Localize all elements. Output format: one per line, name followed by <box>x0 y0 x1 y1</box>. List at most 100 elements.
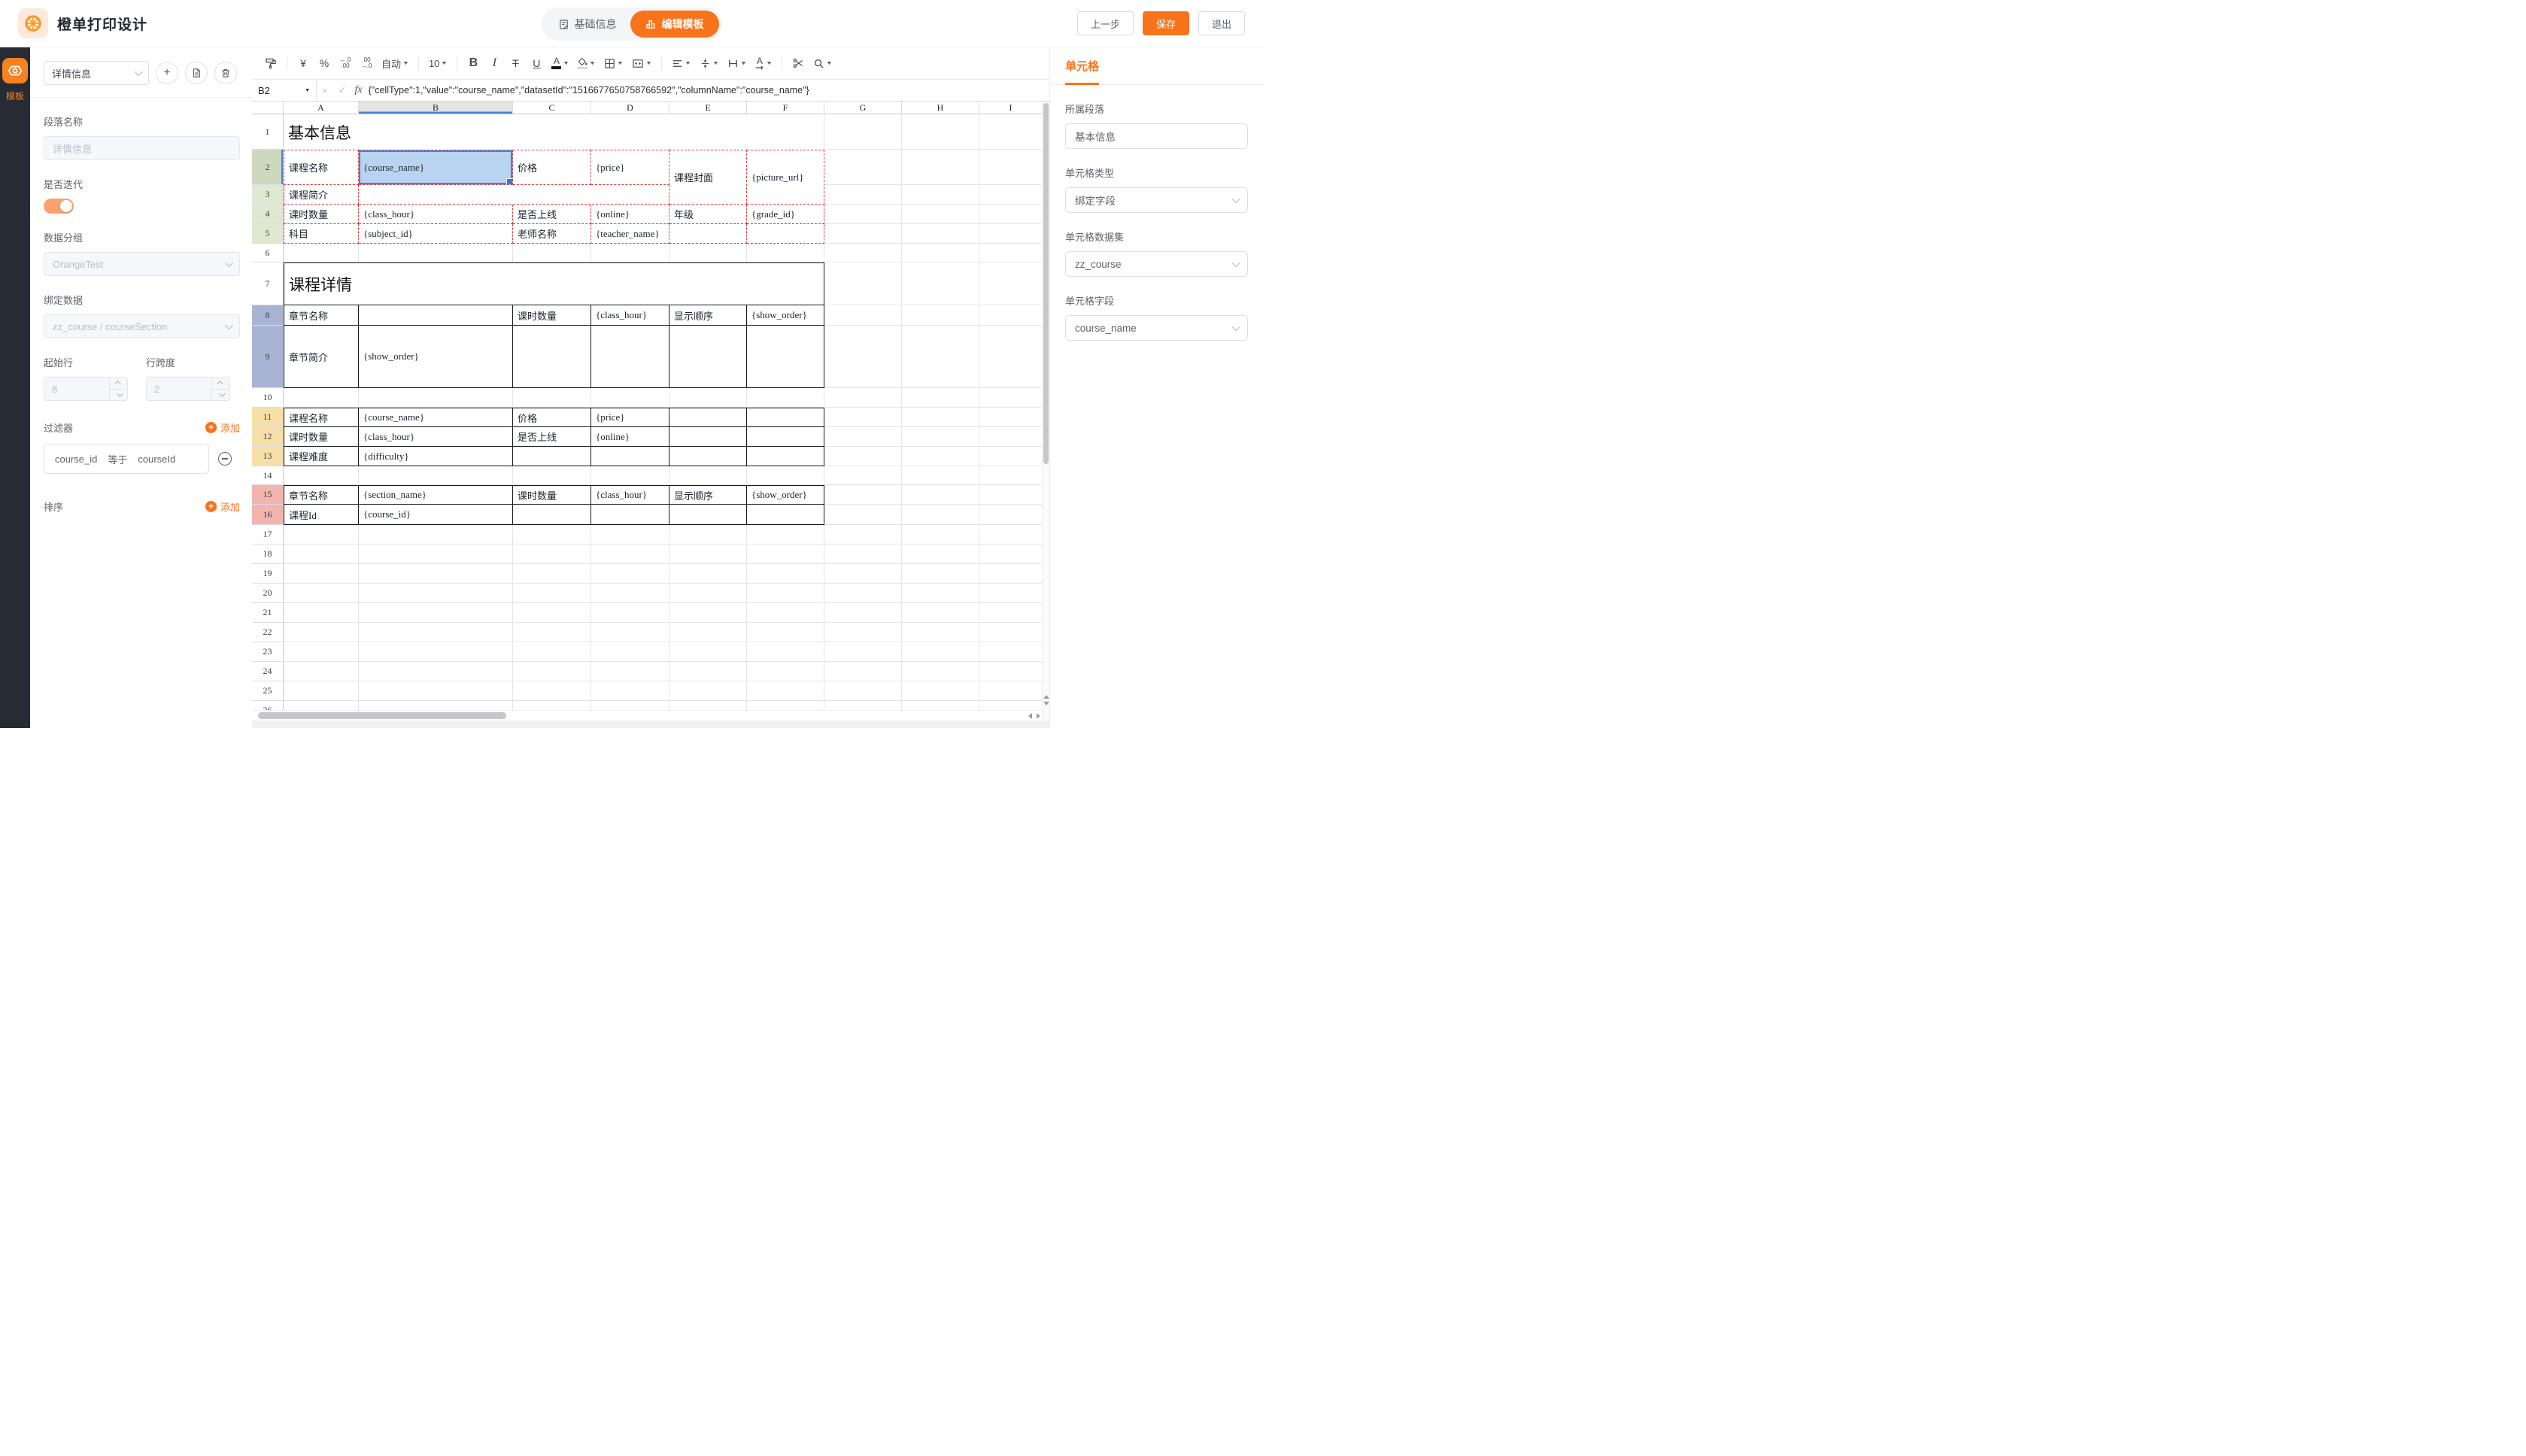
grid-cell[interactable] <box>284 623 359 642</box>
cell-dataset-select[interactable]: zz_course <box>1065 251 1248 277</box>
number-format-select[interactable]: 自动▼ <box>378 53 412 74</box>
row-header-22[interactable]: 22 <box>252 623 284 642</box>
grid-cell[interactable] <box>591 244 669 262</box>
grid-cell[interactable] <box>824 224 902 244</box>
row-header-20[interactable]: 20 <box>252 584 284 603</box>
row-header-25[interactable]: 25 <box>252 681 284 701</box>
row-header-9[interactable]: 9 <box>252 326 284 388</box>
row-header-16[interactable]: 16 <box>252 505 284 525</box>
grid-cell[interactable] <box>902 525 979 544</box>
grid-cell[interactable] <box>747 505 824 525</box>
grid-cell[interactable] <box>359 603 513 623</box>
column-header-H[interactable]: H <box>902 102 979 114</box>
exit-button[interactable]: 退出 <box>1198 11 1245 35</box>
grid-cell[interactable] <box>902 408 979 427</box>
grid-cell[interactable] <box>747 466 824 485</box>
row-header-17[interactable]: 17 <box>252 525 284 544</box>
row-header-13[interactable]: 13 <box>252 447 284 466</box>
grid-cell[interactable] <box>902 305 979 326</box>
grid-cell[interactable] <box>284 244 359 262</box>
text-wrap-button[interactable]: ▼ <box>724 53 750 74</box>
grid-cell[interactable]: 课程简介 <box>284 185 359 205</box>
strikethrough-button[interactable]: T <box>506 53 525 74</box>
grid-cell[interactable] <box>359 305 513 326</box>
remove-filter-icon[interactable] <box>218 452 232 466</box>
grid-cell[interactable]: {picture_url} <box>747 150 824 205</box>
grid-cell[interactable] <box>513 525 591 544</box>
iterate-toggle[interactable] <box>44 199 74 214</box>
grid-cell[interactable] <box>824 114 902 150</box>
grid-cell[interactable] <box>824 466 902 485</box>
grid-cell[interactable] <box>979 642 1043 662</box>
grid-cell[interactable] <box>824 408 902 427</box>
bold-button[interactable]: B <box>463 53 483 74</box>
grid-cell[interactable]: 课程封面 <box>669 150 747 205</box>
grid-cell[interactable] <box>284 466 359 485</box>
text-rotate-button[interactable]: A ▼ <box>751 53 776 74</box>
grid-cell[interactable] <box>669 584 747 603</box>
step-down-icon[interactable] <box>110 389 127 401</box>
add-sort-button[interactable]: + 添加 <box>205 499 240 514</box>
grid-cell[interactable] <box>591 642 669 662</box>
row-header-15[interactable]: 15 <box>252 485 284 505</box>
grid-cell[interactable] <box>902 603 979 623</box>
add-filter-button[interactable]: + 添加 <box>205 420 240 435</box>
grid-cell[interactable] <box>824 603 902 623</box>
grid-cell[interactable] <box>747 681 824 701</box>
grid-cell[interactable] <box>824 505 902 525</box>
selected-cell[interactable]: {course_name} <box>359 150 513 185</box>
grid-cell[interactable]: {show_order} <box>359 326 513 388</box>
grid-cell[interactable] <box>902 244 979 262</box>
grid-cell[interactable] <box>747 525 824 544</box>
grid-cell[interactable]: 课程Id <box>284 505 359 525</box>
row-header-24[interactable]: 24 <box>252 662 284 681</box>
row-header-14[interactable]: 14 <box>252 466 284 485</box>
grid-cell[interactable]: {difficulty} <box>359 447 513 466</box>
grid-cell[interactable]: 价格 <box>513 408 591 427</box>
cell-field-select[interactable]: course_name <box>1065 315 1248 341</box>
grid-cell[interactable] <box>979 244 1043 262</box>
grid-cell[interactable] <box>979 525 1043 544</box>
step-down-icon[interactable] <box>212 389 229 401</box>
column-header-F[interactable]: F <box>747 102 824 114</box>
grid-cell[interactable] <box>824 642 902 662</box>
grid-cell[interactable]: {class_hour} <box>359 205 513 224</box>
grid-cell[interactable] <box>979 326 1043 388</box>
grid-cell[interactable] <box>902 642 979 662</box>
cell-type-select[interactable]: 绑定字段 <box>1065 187 1248 213</box>
grid-cell[interactable] <box>824 185 902 205</box>
grid-cell[interactable] <box>902 388 979 408</box>
grid-cell[interactable]: {online} <box>591 427 669 447</box>
grid-cell[interactable] <box>284 564 359 584</box>
grid-cell[interactable] <box>979 564 1043 584</box>
grid-cell[interactable]: 章节名称 <box>284 305 359 326</box>
grid-cell[interactable] <box>359 564 513 584</box>
grid-cell[interactable] <box>902 224 979 244</box>
grid-cell[interactable] <box>979 150 1043 185</box>
grid-cell[interactable] <box>902 447 979 466</box>
grid-cell[interactable] <box>359 525 513 544</box>
grid-cell[interactable] <box>747 603 824 623</box>
grid-cell[interactable] <box>669 427 747 447</box>
grid-cell[interactable]: {subject_id} <box>359 224 513 244</box>
grid-cell[interactable] <box>979 662 1043 681</box>
tab-edit-template[interactable]: 编辑模板 <box>630 11 719 38</box>
delete-section-button[interactable] <box>214 62 237 84</box>
grid-cell[interactable]: 是否上线 <box>513 427 591 447</box>
grid-cell[interactable]: {class_hour} <box>591 305 669 326</box>
grid-cell[interactable] <box>359 466 513 485</box>
grid-cell[interactable] <box>513 466 591 485</box>
cancel-formula-icon[interactable]: × <box>322 85 328 96</box>
grid-cell[interactable] <box>284 388 359 408</box>
grid-cell[interactable] <box>591 681 669 701</box>
grid-cell[interactable] <box>902 205 979 224</box>
grid-cell[interactable] <box>902 681 979 701</box>
row-header-1[interactable]: 1 <box>252 114 284 150</box>
section-select[interactable]: 详情信息 <box>44 61 149 85</box>
grid-cell[interactable]: {show_order} <box>747 485 824 505</box>
grid-cell[interactable] <box>359 584 513 603</box>
grid-cell[interactable]: 章节简介 <box>284 326 359 388</box>
grid-cell[interactable]: 年级 <box>669 205 747 224</box>
percent-format-button[interactable]: % <box>314 53 334 74</box>
grid-cell[interactable] <box>902 623 979 642</box>
